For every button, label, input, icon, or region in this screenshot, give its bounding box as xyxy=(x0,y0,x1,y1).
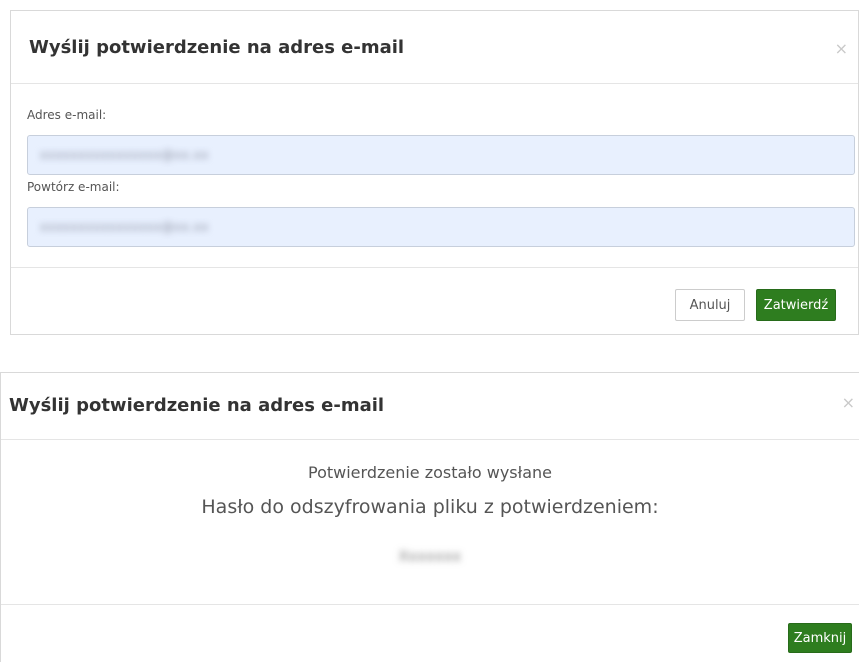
sent-message: Potwierdzenie zostało wysłane xyxy=(308,463,552,482)
cancel-button[interactable]: Anuluj xyxy=(675,289,745,321)
repeat-email-label: Powtórz e-mail: xyxy=(27,180,120,194)
dialog-header: Wyślij potwierdzenie na adres e-mail × xyxy=(11,11,858,84)
password-value: Xxxxxxx xyxy=(398,549,462,565)
password-value-wrapper: Xxxxxxx xyxy=(1,549,859,565)
page: Wyślij potwierdzenie na adres e-mail × A… xyxy=(0,0,859,662)
repeat-email-value: xxxxxxxxxxxxxxxx@xx.xx xyxy=(40,220,209,234)
repeat-email-field[interactable]: xxxxxxxxxxxxxxxx@xx.xx xyxy=(27,207,855,247)
confirmation-sent-dialog: Wyślij potwierdzenie na adres e-mail × P… xyxy=(0,372,859,662)
password-label: Hasło do odszyfrowania pliku z potwierdz… xyxy=(201,496,659,518)
close-button[interactable]: Zamknij xyxy=(788,623,852,653)
dialog-title: Wyślij potwierdzenie na adres e-mail xyxy=(29,37,405,58)
footer-divider xyxy=(1,604,859,605)
close-icon[interactable]: × xyxy=(835,41,848,57)
submit-button[interactable]: Zatwierdź xyxy=(756,289,836,321)
dialog-title: Wyślij potwierdzenie na adres e-mail xyxy=(9,395,385,416)
email-label: Adres e-mail: xyxy=(27,108,107,122)
close-icon[interactable]: × xyxy=(842,395,855,411)
email-value: xxxxxxxxxxxxxxxx@xx.xx xyxy=(40,148,209,162)
send-confirmation-dialog: Wyślij potwierdzenie na adres e-mail × A… xyxy=(10,10,859,335)
footer-divider xyxy=(11,267,858,268)
email-field[interactable]: xxxxxxxxxxxxxxxx@xx.xx xyxy=(27,135,855,175)
dialog-header: Wyślij potwierdzenie na adres e-mail × xyxy=(1,373,859,440)
